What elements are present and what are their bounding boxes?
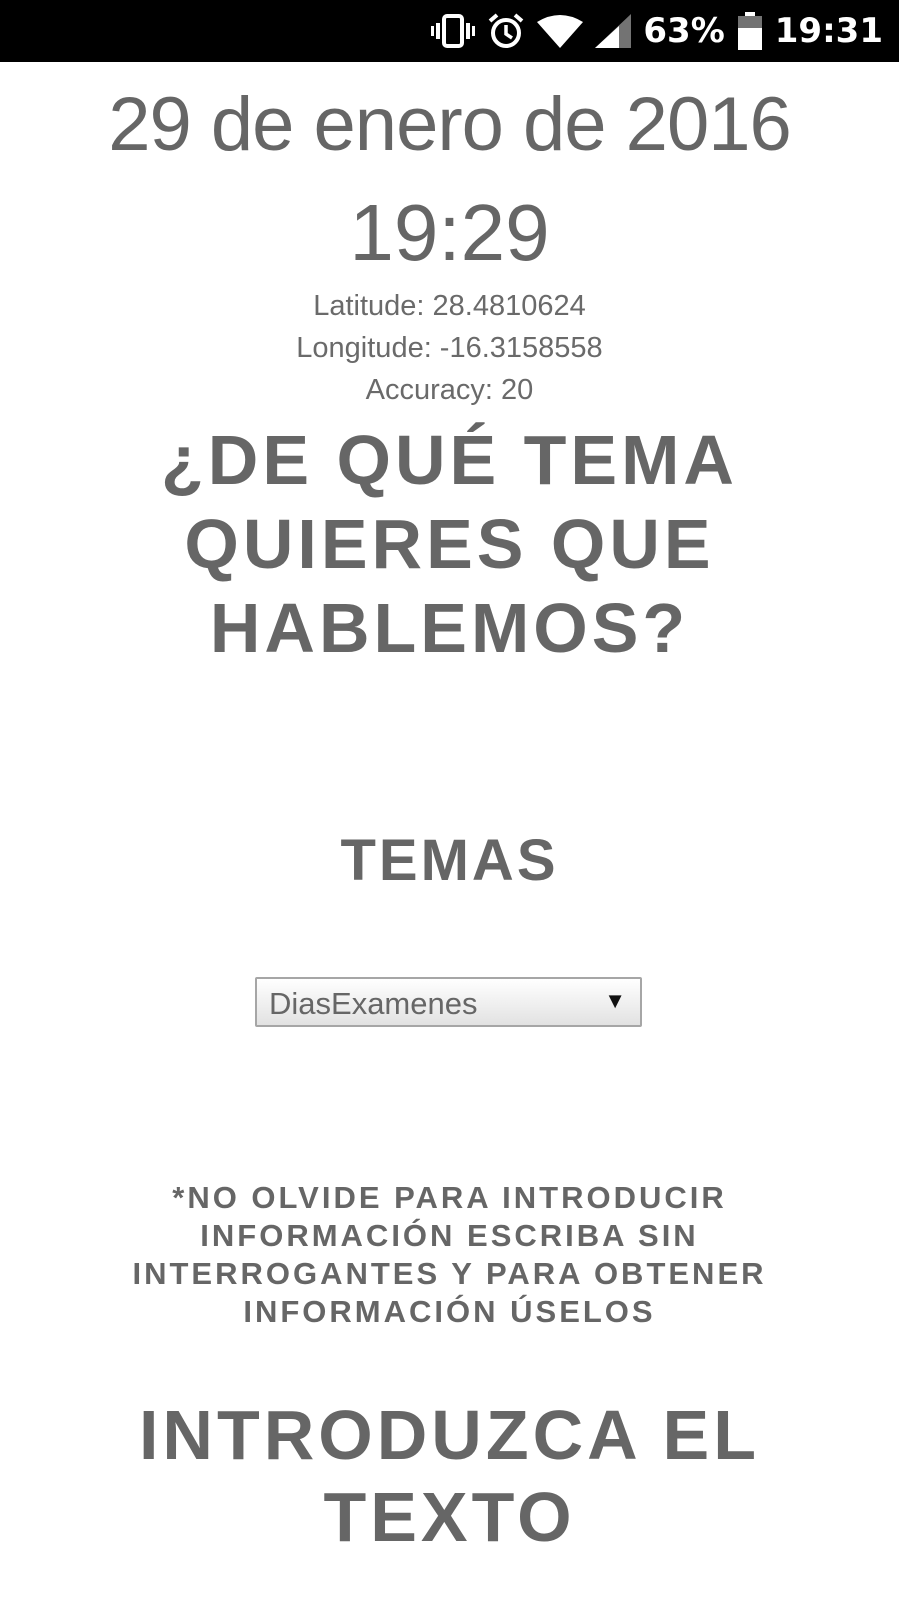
status-icons: 63% 19:31 [431, 0, 883, 62]
enter-text-heading: INTRODUZCA EL TEXTO [138, 1396, 761, 1556]
status-bar: 63% 19:31 [0, 0, 899, 62]
input-note: *NO OLVIDE PARA INTRODUCIR INFORMACIÓN E… [132, 1180, 767, 1329]
time-heading: 19:29 [349, 188, 550, 277]
cell-signal-icon [595, 14, 632, 48]
alarm-icon [487, 12, 525, 50]
battery-percent: 63% [643, 11, 725, 51]
status-clock: 19:31 [774, 11, 883, 51]
topic-select-value: DiasExamenes [269, 986, 478, 1021]
chevron-down-icon: ▼ [604, 988, 626, 1013]
topics-title: TEMAS [340, 828, 559, 893]
wifi-icon [537, 14, 584, 48]
longitude-text: Longitude: -16.3158558 [296, 332, 603, 364]
topic-select[interactable]: DiasExamenes ▼ [255, 977, 642, 1027]
battery-icon [737, 12, 763, 50]
vibrate-icon [431, 14, 476, 48]
topic-question: ¿DE QUÉ TEMA QUIERES QUE HABLEMOS? [161, 421, 738, 667]
date-heading: 29 de enero de 2016 [108, 82, 792, 167]
latitude-text: Latitude: 28.4810624 [313, 290, 586, 322]
accuracy-text: Accuracy: 20 [365, 374, 534, 406]
